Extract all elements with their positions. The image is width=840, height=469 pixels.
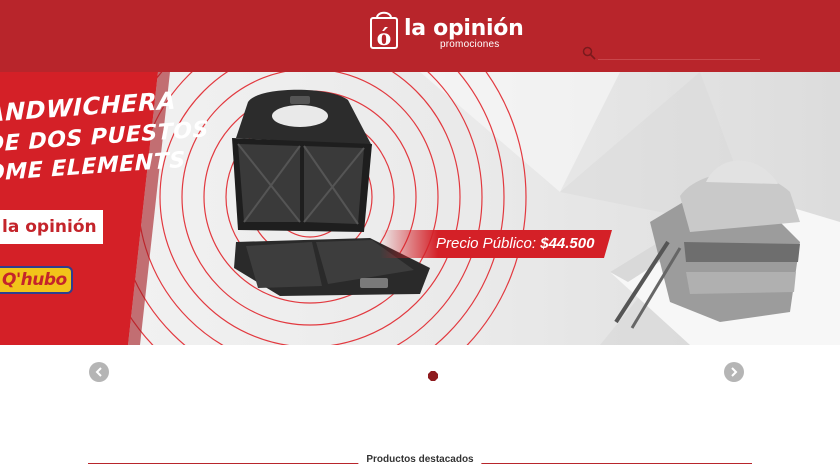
search-input[interactable] xyxy=(598,44,760,60)
price-label: Precio Público: xyxy=(436,235,537,252)
promo-headline: ANDWICHERA DE DOS PUESTOS OME ELEMENTS xyxy=(0,84,209,189)
site-logo[interactable]: ó la opinión promociones xyxy=(368,6,524,52)
search-icon[interactable] xyxy=(582,46,596,60)
carousel-next-button[interactable] xyxy=(724,362,744,382)
search-bar xyxy=(580,44,760,62)
svg-text:ó: ó xyxy=(377,25,392,51)
carousel-dot-active[interactable] xyxy=(428,371,438,381)
chevron-right-icon xyxy=(731,367,738,377)
brand-name: la opinión xyxy=(2,217,97,237)
partner-logo: Q'hubo xyxy=(0,266,73,294)
brand-badge: la opinión xyxy=(0,210,103,244)
promo-banner[interactable]: ANDWICHERA DE DOS PUESTOS OME ELEMENTS l… xyxy=(0,72,840,345)
shopping-bag-icon: ó xyxy=(370,11,398,51)
header: ó la opinión promociones xyxy=(0,0,840,72)
carousel-prev-button[interactable] xyxy=(89,362,109,382)
partner-name: Q'hubo xyxy=(2,270,67,290)
price-value: $44.500 xyxy=(540,235,595,252)
price-text: Precio Público: $44.500 xyxy=(436,235,594,252)
featured-title: Productos destacados xyxy=(358,454,482,465)
chevron-left-icon xyxy=(95,367,102,377)
page: ó la opinión promociones ANDWICHERA DE D… xyxy=(0,0,840,469)
price-tag: Precio Público: $44.500 xyxy=(380,230,612,258)
featured-section-header: Productos destacados xyxy=(88,452,752,468)
